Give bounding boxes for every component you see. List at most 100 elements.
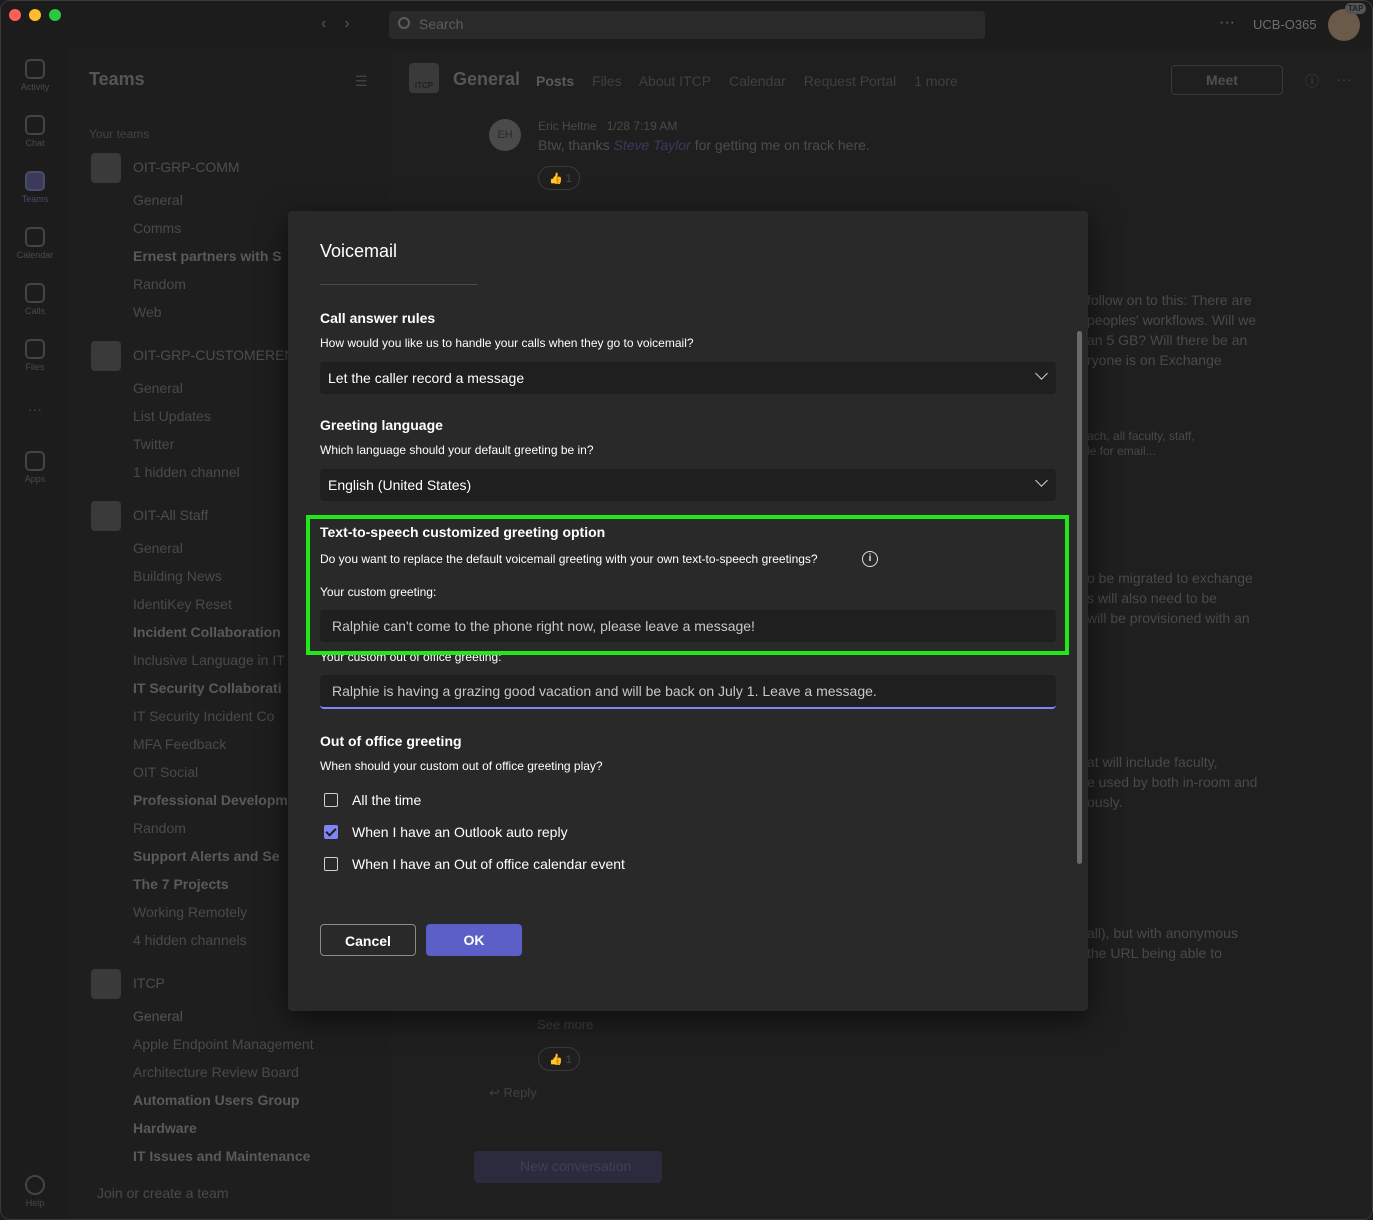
bg-line: ryone is on Exchange [1087, 352, 1222, 368]
reaction-count: 1 [565, 1054, 572, 1066]
team-name[interactable]: OIT-GRP-COMM [133, 159, 383, 175]
background-message-text: o be migrated to exchange s will also ne… [1087, 568, 1277, 628]
rail-more[interactable]: ··· [1, 401, 69, 417]
teams-icon [25, 171, 45, 191]
phone-icon [25, 283, 45, 303]
channel-item[interactable]: Automation Users Group [133, 1092, 383, 1108]
ooo-title: Out of office greeting [320, 733, 462, 749]
greeting-language-value: English (United States) [328, 477, 472, 493]
more-apps-icon: ··· [28, 401, 42, 417]
calendar-icon [25, 227, 45, 247]
channel-item[interactable]: Architecture Review Board [133, 1064, 383, 1080]
search-input[interactable]: Search [389, 11, 985, 39]
teams-window: ‹› Search ··· UCB-O365 TAP Activity Chat… [0, 0, 1373, 1220]
filter-icon[interactable]: ☰ [355, 73, 368, 90]
bg-line: an 5 GB? Will there be an [1087, 332, 1248, 348]
rail-files[interactable]: Files [1, 339, 69, 372]
checkbox[interactable] [324, 793, 338, 807]
rail-help[interactable]: Help [1, 1175, 69, 1208]
call-rules-dropdown[interactable]: Let the caller record a message [320, 362, 1056, 394]
tab-files[interactable]: Files [592, 73, 622, 89]
close-window-button[interactable] [9, 9, 21, 21]
dialog-scrollbar[interactable] [1077, 331, 1082, 864]
checkbox[interactable] [324, 857, 338, 871]
bg-line: peoples' workflows. Will we [1087, 312, 1257, 328]
maximize-window-button[interactable] [49, 9, 61, 21]
message-body: Btw, thanks Steve Taylor for getting me … [538, 137, 870, 153]
checkbox-label: When I have an Out of office calendar ev… [352, 856, 625, 872]
app-rail: Activity Chat Teams Calendar Calls Files… [1, 49, 69, 1219]
rail-calendar[interactable]: Calendar [1, 227, 69, 260]
file-icon [25, 339, 45, 359]
message-time: 1/28 7:19 AM [606, 119, 678, 133]
message-header: Eric Heltne 1/28 7:19 AM [538, 119, 677, 133]
see-more-link[interactable]: See more [537, 1017, 593, 1032]
tab-request-portal[interactable]: Request Portal [804, 73, 897, 89]
search-placeholder: Search [419, 16, 464, 32]
bg-line: will be provisioned with an [1087, 610, 1250, 626]
checkbox-checked[interactable] [324, 825, 338, 839]
cancel-button[interactable]: Cancel [320, 924, 416, 956]
tab-about[interactable]: About ITCP [639, 73, 711, 89]
more-options-icon[interactable]: ··· [1337, 71, 1351, 87]
rail-label: Files [25, 362, 45, 372]
channel-item[interactable]: Hardware [133, 1120, 383, 1136]
rail-teams[interactable]: Teams [1, 171, 69, 204]
bell-icon [25, 59, 45, 79]
greeting-language-desc: Which language should your default greet… [320, 443, 594, 457]
join-label: Join or create a team [97, 1185, 229, 1201]
rail-label: Calendar [16, 250, 54, 260]
search-icon [398, 17, 410, 29]
rail-label: Teams [21, 194, 49, 204]
bg-line: le for email... [1087, 444, 1156, 458]
call-rules-desc: How would you like us to handle your cal… [320, 336, 694, 350]
reaction-like[interactable]: 👍 1 [538, 166, 580, 190]
tab-posts[interactable]: Posts [536, 73, 574, 89]
ooo-greeting-input[interactable]: Ralphie is having a grazing good vacatio… [320, 675, 1056, 709]
rail-chat[interactable]: Chat [1, 115, 69, 148]
call-rules-title: Call answer rules [320, 310, 436, 326]
reply-button[interactable]: ↩ Reply [489, 1085, 537, 1101]
history-arrows-icon[interactable]: ‹› [321, 15, 368, 33]
new-conversation-label: New conversation [520, 1158, 632, 1174]
your-teams-label: Your teams [89, 127, 150, 141]
bg-line: e used by both in-room and [1087, 774, 1258, 790]
channel-item[interactable]: Apple Endpoint Management [133, 1036, 383, 1052]
channel-item[interactable]: IT Issues and Maintenance [133, 1148, 383, 1164]
rail-label: Activity [20, 82, 50, 92]
info-icon[interactable]: ⓘ [1305, 71, 1319, 91]
bg-line: the URL being able to [1087, 945, 1222, 961]
message-text: Btw, thanks [538, 137, 610, 153]
avatar-badge: TAP [1345, 3, 1367, 14]
join-create-team-button[interactable]: Join or create a team [97, 1185, 229, 1201]
background-message-text: at will include faculty, e used by both … [1087, 752, 1277, 812]
bg-line: o be migrated to exchange [1087, 570, 1253, 586]
rail-label: Apps [24, 474, 46, 484]
rail-calls[interactable]: Calls [1, 283, 69, 316]
bg-line: ach, all faculty, staff, [1087, 429, 1195, 443]
org-name[interactable]: UCB-O365 [1253, 17, 1317, 32]
ok-button[interactable]: OK [426, 924, 522, 956]
tab-calendar[interactable]: Calendar [729, 73, 786, 89]
minimize-window-button[interactable] [29, 9, 41, 21]
rail-label: Calls [24, 306, 45, 316]
rail-activity[interactable]: Activity [1, 59, 69, 92]
channel-item[interactable]: General [133, 192, 383, 208]
tab-more[interactable]: 1 more [914, 73, 958, 89]
reaction-like[interactable]: 👍 1 [538, 1047, 580, 1071]
background-message-text: ach, all faculty, staff, le for email... [1087, 429, 1277, 459]
background-message-text: all), but with anonymous the URL being a… [1087, 923, 1277, 963]
team-logo [91, 501, 121, 531]
bg-line: ously. [1087, 794, 1123, 810]
ooo-desc: When should your custom out of office gr… [320, 759, 603, 773]
more-options-icon[interactable]: ··· [1219, 14, 1235, 32]
greeting-language-dropdown[interactable]: English (United States) [320, 469, 1056, 501]
rail-apps[interactable]: Apps [1, 451, 69, 484]
meet-button[interactable]: Meet [1171, 65, 1283, 95]
mention[interactable]: Steve Taylor [613, 137, 690, 153]
message-avatar: EH [489, 119, 521, 151]
teams-title: Teams [89, 69, 145, 89]
reaction-count: 1 [565, 173, 572, 185]
chevron-down-icon [1035, 367, 1048, 380]
new-conversation-button[interactable]: New conversation [474, 1151, 662, 1183]
